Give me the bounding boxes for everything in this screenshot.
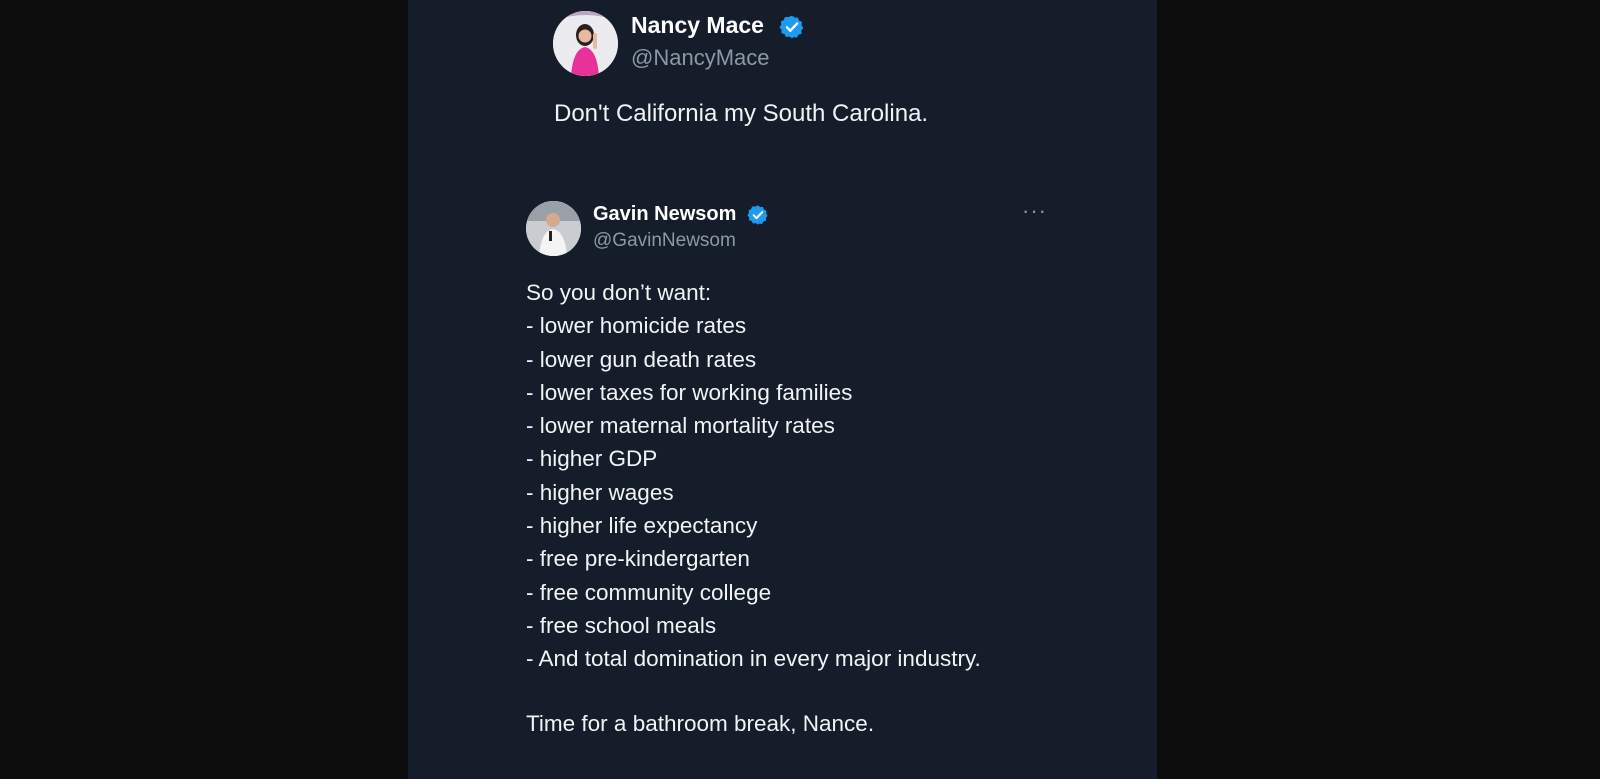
avatar-photo-icon [526, 201, 581, 256]
gavin-newsom-avatar[interactable] [526, 201, 581, 256]
nancy-mace-avatar[interactable] [553, 11, 618, 76]
tweet-line: - And total domination in every major in… [526, 646, 981, 672]
tweet-line: - free school meals [526, 612, 717, 638]
nancy-mace-handle[interactable]: @NancyMace [631, 45, 770, 71]
tweet-line: So you don’t want: [526, 280, 712, 305]
verified-badge-icon [779, 15, 804, 39]
verified-badge-icon [747, 205, 768, 225]
gavin-newsom-tweet-closing: Time for a bathroom break, Nance. [526, 711, 875, 736]
gavin-newsom-display-name[interactable]: Gavin Newsom [593, 203, 736, 226]
tweet-line: - lower gun death rates [526, 346, 757, 372]
avatar-photo-icon [553, 11, 618, 76]
tweet-line: - free pre-kindergarten [526, 546, 750, 572]
more-options-icon[interactable]: ··· [1022, 198, 1047, 224]
tweet-line: - higher life expectancy [526, 513, 758, 539]
nancy-mace-display-name[interactable]: Nancy Mace [631, 12, 764, 39]
tweet-line: - lower homicide rates [526, 313, 747, 339]
tweet-line: - free community college [526, 579, 772, 605]
tweet-line: - lower taxes for working families [526, 379, 853, 405]
tweet-screenshot-card: Nancy Mace @NancyMace Don't California m… [408, 0, 1157, 779]
gavin-newsom-tweet-body: So you don’t want: - lower homicide rate… [526, 276, 981, 676]
tweet-line: - lower maternal mortality rates [526, 413, 835, 439]
nancy-mace-tweet-text: Don't California my South Carolina. [554, 100, 929, 127]
tweet-line: - higher GDP [526, 446, 658, 472]
tweet-line: - higher wages [526, 479, 674, 505]
gavin-newsom-handle[interactable]: @GavinNewsom [593, 230, 736, 252]
